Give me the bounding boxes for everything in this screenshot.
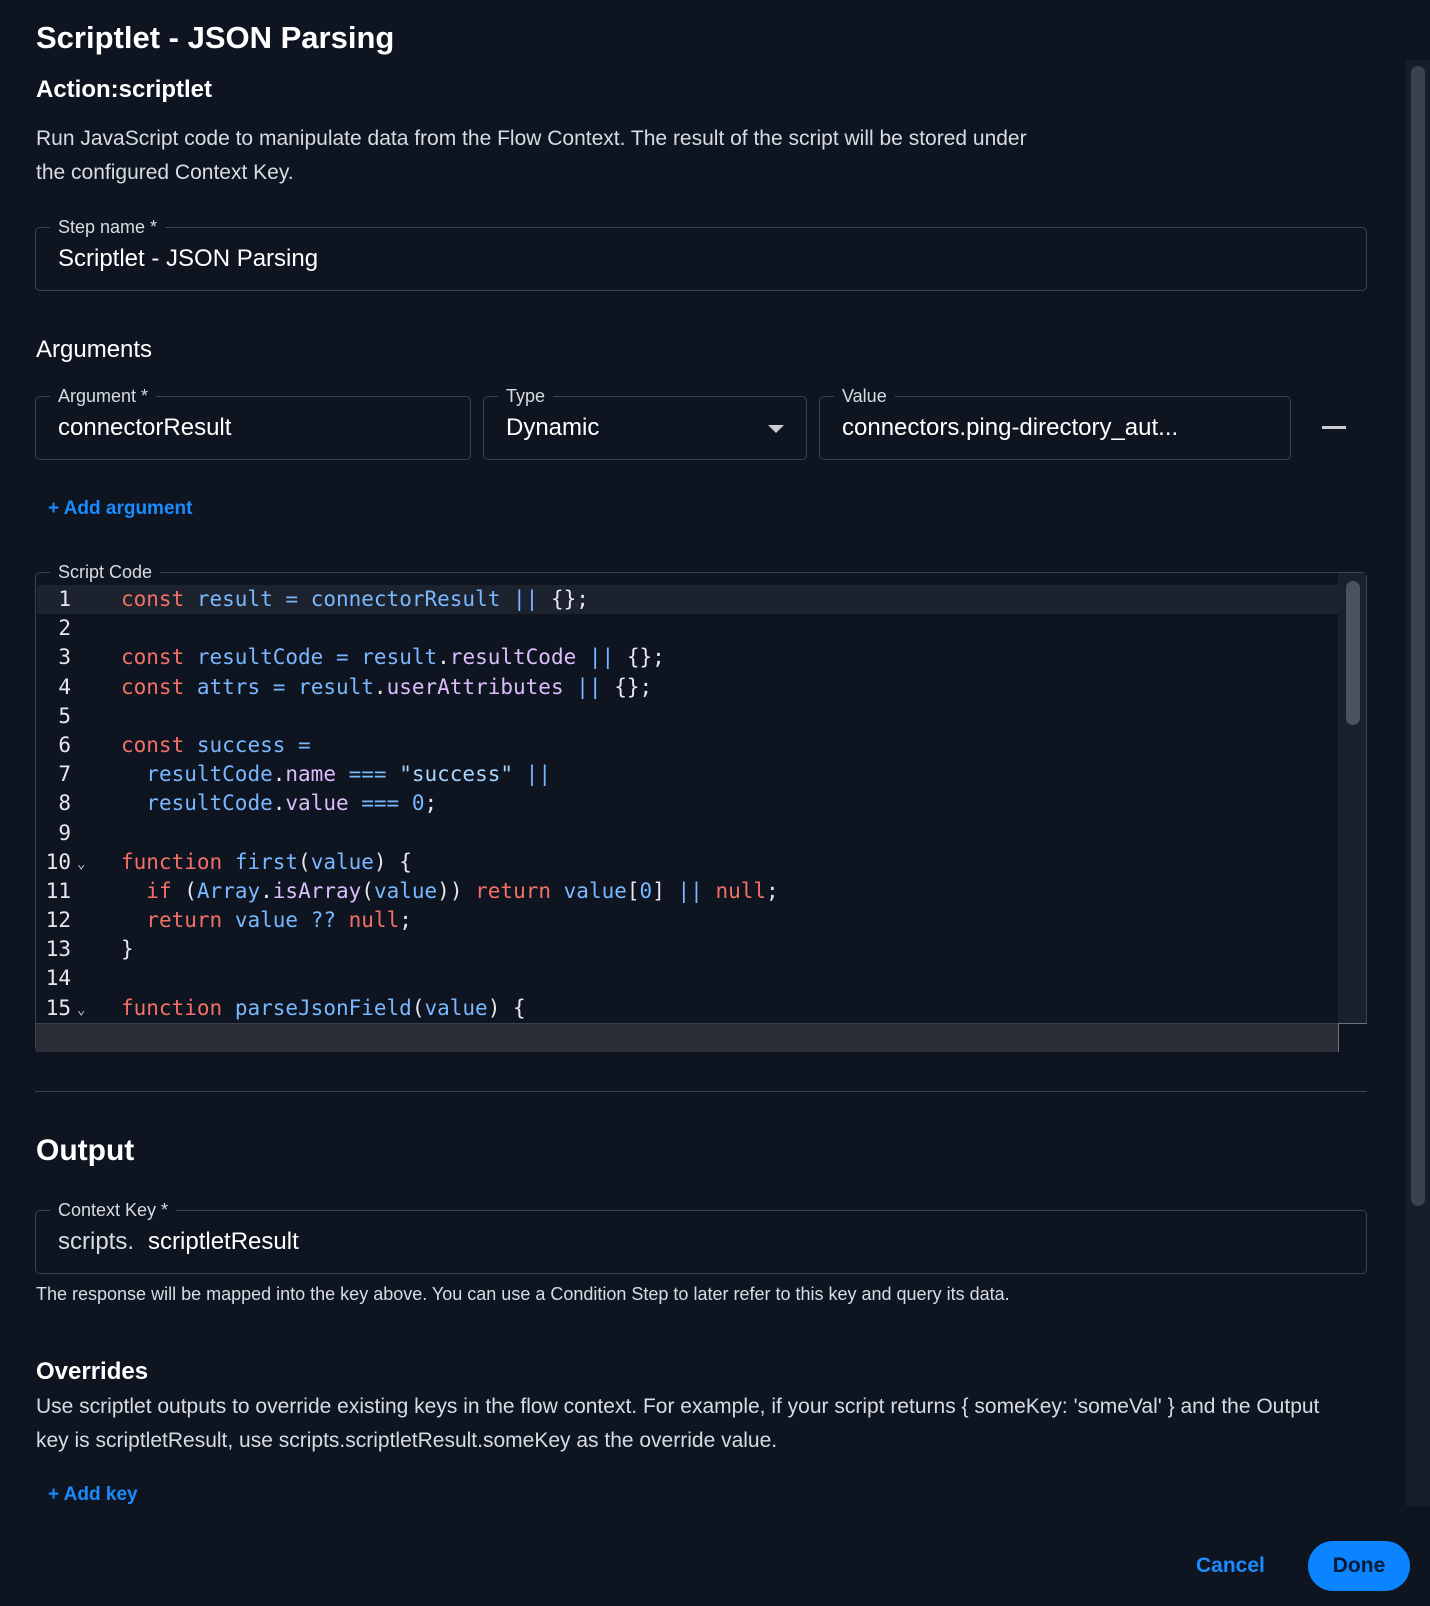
section-divider: [35, 1091, 1367, 1092]
code-text[interactable]: function first(value) {: [121, 848, 412, 877]
code-line[interactable]: 15 ⌄ function parseJsonField(value) {: [37, 994, 1339, 1022]
panel-scrollbar[interactable]: [1406, 60, 1430, 1506]
line-number: 6: [58, 732, 71, 757]
line-number: 2: [58, 616, 71, 641]
code-text[interactable]: const resultCode = result.resultCode || …: [121, 643, 665, 672]
remove-argument-icon[interactable]: [1322, 426, 1346, 429]
line-number: 10: [45, 849, 71, 874]
step-name-field[interactable]: Step name * Scriptlet - JSON Parsing: [35, 216, 1367, 291]
line-number: 7: [58, 762, 71, 787]
arguments-heading: Arguments: [36, 336, 153, 363]
argument-type-select[interactable]: Type Dynamic: [483, 385, 807, 460]
line-number: 8: [58, 791, 71, 816]
argument-value-input[interactable]: connectors.ping-directory_aut...: [842, 397, 1178, 459]
line-number: 15: [45, 995, 71, 1020]
fold-chevron-icon[interactable]: ⌄: [77, 996, 85, 1022]
argument-type-value[interactable]: Dynamic: [506, 397, 599, 459]
code-line[interactable]: 13}: [37, 935, 1339, 964]
code-text[interactable]: function parseJsonField(value) {: [121, 994, 526, 1022]
code-line[interactable]: 9: [37, 819, 1339, 848]
line-number: 13: [45, 937, 71, 962]
fold-chevron-icon[interactable]: ⌄: [77, 850, 85, 879]
line-number: 4: [58, 674, 71, 699]
output-heading: Output: [36, 1134, 135, 1167]
line-number: 12: [45, 908, 71, 933]
chevron-down-icon[interactable]: [768, 425, 784, 433]
panel-title: Scriptlet - JSON Parsing: [36, 20, 395, 55]
code-line[interactable]: 3 const resultCode = result.resultCode ||…: [37, 643, 1339, 672]
code-editor[interactable]: 1 const result = connectorResult || {}; 2 3…: [37, 585, 1339, 1022]
code-line[interactable]: 2: [37, 614, 1339, 643]
code-line[interactable]: 4 const attrs = result.userAttributes || …: [37, 673, 1339, 702]
code-text[interactable]: const attrs = result.userAttributes || {…: [121, 673, 652, 702]
code-line[interactable]: 10 ⌄ function first(value) {: [37, 848, 1339, 877]
code-line[interactable]: 1 const result = connectorResult || {};: [37, 585, 1339, 615]
code-scroll-thumb[interactable]: [1346, 581, 1360, 725]
add-argument-button[interactable]: + Add argument: [48, 498, 192, 520]
code-text[interactable]: if (Array.isArray(value)) return value[0…: [121, 877, 778, 906]
panel-scroll-thumb[interactable]: [1411, 66, 1425, 1206]
scriptlet-panel: Scriptlet - JSON Parsing Action:scriptle…: [0, 0, 1406, 1506]
line-number: 9: [58, 820, 71, 845]
context-key-field[interactable]: Context Key * scripts. scriptletResult: [35, 1199, 1367, 1274]
line-number: 3: [58, 645, 71, 670]
code-text[interactable]: const success =: [121, 731, 311, 760]
code-line[interactable]: 7 resultCode.name === "success" ||: [37, 760, 1339, 789]
line-number: 11: [45, 878, 71, 903]
argument-value-field[interactable]: Value connectors.ping-directory_aut...: [819, 385, 1291, 460]
cancel-button[interactable]: Cancel: [1196, 1546, 1265, 1586]
overrides-heading: Overrides: [36, 1358, 149, 1385]
done-button[interactable]: Done: [1308, 1541, 1410, 1591]
overrides-description: Use scriptlet outputs to override existi…: [36, 1395, 1320, 1452]
context-key-input[interactable]: scriptletResult: [148, 1228, 299, 1255]
action-label: Action:scriptlet: [36, 76, 213, 103]
code-line[interactable]: 6 const success =: [37, 731, 1339, 760]
code-text[interactable]: return value ?? null;: [121, 906, 412, 935]
argument-name-field[interactable]: Argument * connectorResult: [35, 385, 471, 460]
argument-name-input[interactable]: connectorResult: [58, 397, 231, 459]
code-horizontal-scrollbar[interactable]: [36, 1023, 1338, 1052]
context-key-value-wrap[interactable]: scripts. scriptletResult: [58, 1211, 299, 1273]
code-text[interactable]: }: [121, 935, 134, 964]
line-number: 1: [58, 587, 71, 611]
code-line[interactable]: 12 return value ?? null;: [37, 906, 1339, 935]
script-code-field[interactable]: Script Code 1 const result = connectorRes…: [35, 561, 1367, 1052]
context-key-hint: The response will be mapped into the key…: [36, 1284, 1010, 1304]
code-text[interactable]: resultCode.value === 0;: [121, 789, 437, 818]
line-number: 5: [58, 703, 71, 728]
code-line[interactable]: 8 resultCode.value === 0;: [37, 789, 1339, 818]
code-text[interactable]: const result = connectorResult || {};: [121, 585, 589, 614]
code-vertical-scrollbar[interactable]: [1338, 573, 1366, 1023]
panel-description: Run JavaScript code to manipulate data f…: [36, 127, 1027, 184]
context-key-prefix: scripts.: [58, 1228, 135, 1255]
code-text[interactable]: resultCode.name === "success" ||: [121, 760, 551, 789]
script-code-label: Script Code: [50, 561, 161, 583]
line-number: 14: [45, 966, 71, 991]
code-line[interactable]: 5: [37, 702, 1339, 731]
add-key-button[interactable]: + Add key: [48, 1484, 138, 1506]
code-line[interactable]: 14: [37, 964, 1339, 993]
code-line[interactable]: 11 if (Array.isArray(value)) return valu…: [37, 877, 1339, 906]
step-name-input[interactable]: Scriptlet - JSON Parsing: [58, 228, 318, 290]
resize-handle-icon[interactable]: [1338, 1023, 1367, 1052]
